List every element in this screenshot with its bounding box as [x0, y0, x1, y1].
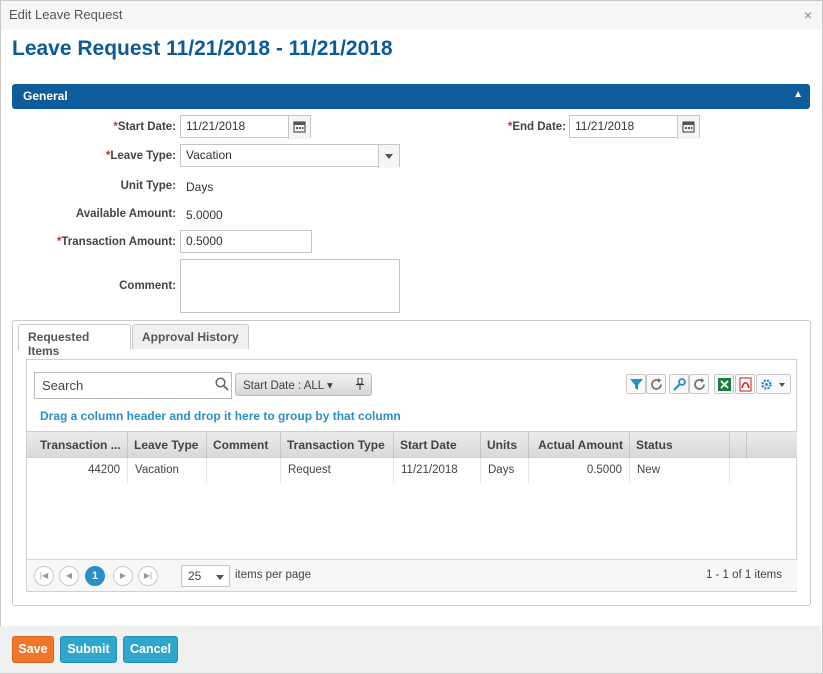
column-header-start-date[interactable]: Start Date [394, 432, 481, 459]
save-button[interactable]: Save [12, 636, 54, 663]
cell-actual-amount: 0.5000 [529, 459, 630, 483]
submit-button[interactable]: Submit [60, 636, 117, 663]
end-date-input[interactable]: 11/21/2018 [569, 115, 700, 139]
column-header-status[interactable]: Status [630, 432, 730, 459]
last-page-icon[interactable]: ▶| [138, 566, 158, 586]
calendar-icon[interactable] [677, 116, 699, 139]
settings-icon[interactable] [756, 374, 791, 394]
close-icon[interactable]: × [804, 7, 812, 23]
cell-units: Days [481, 459, 529, 483]
search-input[interactable]: Search [34, 372, 232, 399]
filter-chip-label: Start Date : ALL ▾ [243, 380, 333, 392]
available-amount-label: Available Amount: [75, 208, 176, 220]
available-amount-value: 5.0000 [186, 208, 223, 222]
items-per-page-label: items per page [235, 569, 312, 581]
reset-icon[interactable] [689, 374, 709, 394]
column-header-comment[interactable]: Comment [207, 432, 281, 459]
first-page-icon[interactable]: |◀ [34, 566, 54, 586]
transaction-amount-input[interactable]: 0.5000 [180, 230, 312, 253]
leave-type-select[interactable]: Vacation [180, 144, 400, 168]
column-header-transaction-type[interactable]: Transaction Type [281, 432, 394, 459]
column-header-actual-amount[interactable]: Actual Amount [529, 432, 630, 459]
cell-comment [207, 459, 281, 483]
dialog-titlebar: Edit Leave Request × [1, 1, 822, 29]
transaction-amount-label: *Transaction Amount: [56, 236, 176, 248]
collapse-icon[interactable]: ▲ [793, 89, 803, 100]
cell-transaction: 44200 [27, 459, 128, 483]
page-title: Leave Request 11/21/2018 - 11/21/2018 [12, 37, 393, 60]
search-icon[interactable] [215, 377, 229, 394]
general-section-header[interactable]: General ▲ [12, 84, 810, 109]
tab-requested-items[interactable]: Requested Items [18, 324, 131, 358]
start-date-filter-chip[interactable]: Start Date : ALL ▾ [235, 373, 372, 396]
refresh-icon[interactable] [646, 374, 666, 394]
tab-approval-history[interactable]: Approval History [132, 324, 249, 349]
cancel-button[interactable]: Cancel [123, 636, 178, 663]
prev-page-icon[interactable]: ◀ [59, 566, 79, 586]
pager-info: 1 - 1 of 1 items [705, 569, 782, 581]
dialog-title: Edit Leave Request [9, 7, 123, 22]
unit-type-label: Unit Type: [120, 180, 176, 192]
end-date-label: *End Date: [507, 121, 566, 133]
cell-leave-type: Vacation [128, 459, 207, 483]
section-title: General [23, 89, 68, 103]
current-page-button[interactable]: 1 [85, 566, 105, 586]
start-date-input[interactable]: 11/21/2018 [180, 115, 311, 139]
chevron-down-icon[interactable] [378, 145, 399, 168]
cell-status: New [630, 459, 730, 483]
leave-type-label: *Leave Type: [105, 150, 176, 162]
start-date-label: *Start Date: [113, 121, 176, 133]
column-header-leave-type[interactable]: Leave Type [128, 432, 207, 459]
cell-start-date: 11/21/2018 [394, 459, 481, 483]
comment-textarea[interactable] [180, 259, 400, 313]
page-size-select[interactable]: 25 [181, 565, 230, 587]
comment-label: Comment: [119, 280, 176, 292]
excel-icon[interactable] [714, 374, 734, 394]
pin-icon[interactable] [355, 377, 365, 393]
column-header-transaction[interactable]: Transaction ... [34, 432, 128, 459]
unit-type-value: Days [186, 180, 214, 194]
column-header-units[interactable]: Units [481, 432, 529, 459]
wrench-icon[interactable] [669, 374, 689, 394]
column-header-spacer [730, 432, 747, 459]
group-hint: Drag a column header and drop it here to… [40, 409, 401, 423]
cell-transaction-type: Request [281, 459, 394, 483]
filter-icon[interactable] [626, 374, 646, 394]
next-page-icon[interactable]: ▶ [113, 566, 133, 586]
pdf-icon[interactable] [735, 374, 755, 394]
calendar-icon[interactable] [288, 116, 310, 139]
